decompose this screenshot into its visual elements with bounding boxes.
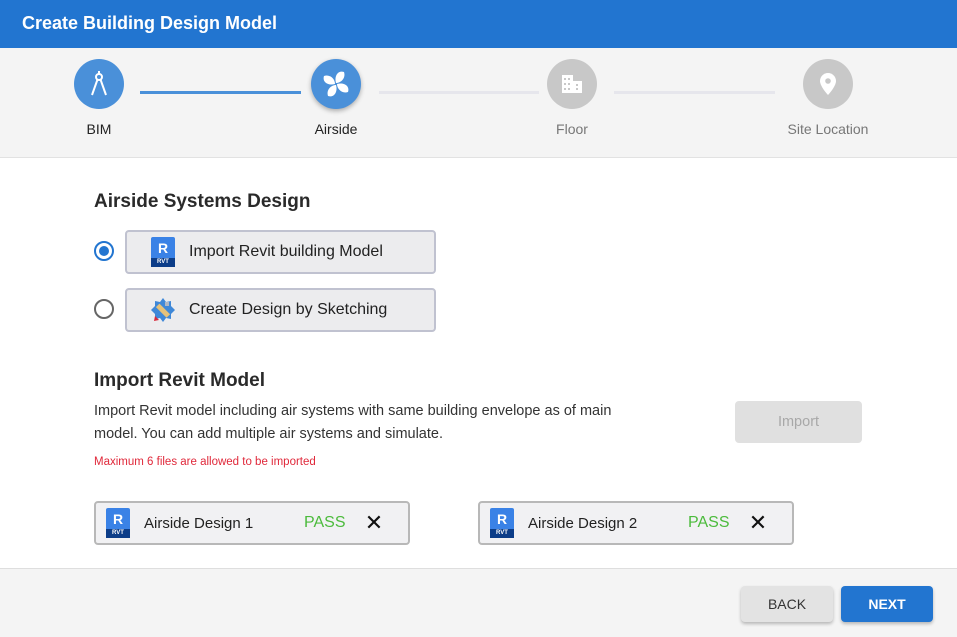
- max-files-warning: Maximum 6 files are allowed to be import…: [94, 456, 316, 468]
- revit-rvt-icon: R RVT: [488, 508, 516, 538]
- import-section-title: Import Revit Model: [94, 370, 266, 391]
- option-label: Create Design by Sketching: [189, 301, 388, 318]
- step-label: BIM: [86, 121, 112, 137]
- revit-rvt-icon: R RVT: [149, 237, 177, 267]
- fan-icon: [323, 71, 349, 97]
- window-title: Create Building Design Model: [0, 0, 957, 48]
- step-site-location[interactable]: Site Location: [768, 59, 888, 137]
- step-circle: [74, 59, 124, 109]
- import-description: Import Revit model including air systems…: [94, 403, 612, 442]
- step-airside[interactable]: Airside: [276, 59, 396, 137]
- close-icon[interactable]: ✕: [364, 512, 384, 534]
- step-label: Floor: [556, 121, 588, 137]
- step-connector-pending: [614, 91, 775, 94]
- close-icon[interactable]: ✕: [748, 512, 768, 534]
- radio-create-sketch[interactable]: [94, 299, 114, 319]
- status-badge: PASS: [304, 514, 346, 531]
- radio-import-revit[interactable]: [94, 241, 114, 261]
- step-circle: [547, 59, 597, 109]
- revit-rvt-icon: R RVT: [104, 508, 132, 538]
- footer: BACK NEXT: [0, 568, 957, 637]
- file-name: Airside Design 2: [528, 514, 638, 532]
- create-sketch-option-button[interactable]: Create Design by Sketching: [125, 288, 436, 332]
- step-bim[interactable]: BIM: [39, 59, 159, 137]
- import-button[interactable]: Import: [735, 401, 862, 443]
- status-badge: PASS: [688, 514, 730, 531]
- file-name: Airside Design 1: [144, 514, 254, 532]
- imported-file-card: R RVT Airside Design 2 PASS ✕: [478, 501, 794, 545]
- location-pin-icon: [820, 73, 836, 95]
- step-circle: [803, 59, 853, 109]
- step-floor[interactable]: Floor: [512, 59, 632, 137]
- next-button[interactable]: NEXT: [841, 586, 933, 622]
- imported-file-card: R RVT Airside Design 1 PASS ✕: [94, 501, 410, 545]
- option-label: Import Revit building Model: [189, 243, 383, 260]
- back-button[interactable]: BACK: [741, 586, 833, 622]
- sketch-tool-icon: [151, 298, 175, 322]
- step-circle: [311, 59, 361, 109]
- building-icon: [562, 75, 582, 93]
- compass-drafting-icon: [91, 71, 107, 96]
- import-revit-option-button[interactable]: R RVT Import Revit building Model: [125, 230, 436, 274]
- step-label: Airside: [314, 121, 358, 137]
- step-label: Site Location: [787, 121, 869, 137]
- stepper: BIM Airside Floor Site Location: [0, 48, 957, 158]
- airside-section-title: Airside Systems Design: [94, 191, 311, 212]
